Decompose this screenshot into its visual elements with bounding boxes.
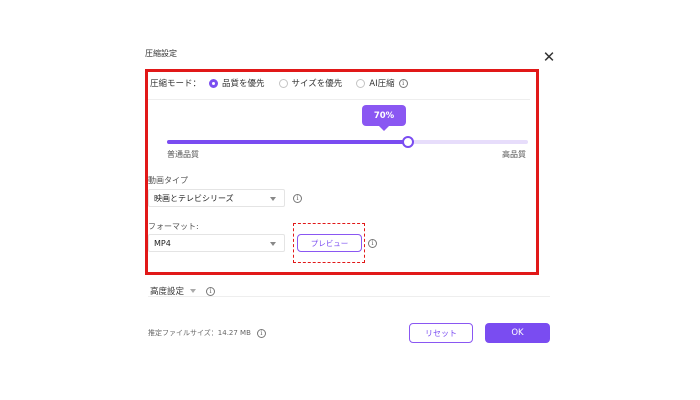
radio-icon[interactable] [278, 78, 288, 88]
compression-settings-dialog: 圧縮設定 ✕ 圧縮モード： 品質を優先 サイズを優先 AI圧縮 i 70% 普通… [0, 0, 700, 400]
info-icon[interactable]: i [398, 78, 408, 88]
info-icon[interactable]: i [293, 194, 302, 203]
slider-min-label: 普通品質 [167, 150, 199, 159]
close-icon[interactable]: ✕ [541, 48, 557, 66]
radio-icon[interactable] [356, 78, 366, 88]
radio-label: AI圧縮 [369, 79, 395, 89]
radio-label: 品質を優先 [222, 79, 265, 89]
tooltip-arrow [379, 126, 389, 131]
divider [148, 296, 550, 297]
format-label: フォーマット: [148, 222, 199, 231]
ok-button[interactable]: OK [485, 323, 550, 343]
compression-mode-row: 圧縮モード： 品質を優先 サイズを優先 AI圧縮 i [150, 76, 408, 90]
format-select[interactable]: MP4 [148, 234, 285, 252]
preview-button[interactable]: プレビュー [297, 234, 362, 252]
info-icon[interactable]: i [368, 239, 377, 248]
estimated-size: 推定ファイルサイズ：14.27 MB i [148, 328, 266, 338]
slider-value-tooltip: 70% [362, 105, 406, 126]
video-type-label: 動画タイプ [148, 176, 188, 185]
radio-ai-compression[interactable]: AI圧縮 [356, 77, 395, 89]
info-icon[interactable]: i [256, 328, 266, 338]
radio-quality-priority[interactable]: 品質を優先 [209, 77, 265, 89]
quality-slider-fill [167, 140, 406, 144]
radio-label: サイズを優先 [291, 79, 343, 89]
radio-icon[interactable] [209, 78, 219, 88]
estimated-size-label: 推定ファイルサイズ：14.27 MB [148, 329, 251, 337]
quality-slider-thumb[interactable] [402, 136, 414, 148]
video-type-select[interactable]: 映画とテレビシリーズ [148, 189, 285, 207]
reset-button[interactable]: リセット [409, 323, 473, 343]
chevron-down-icon [270, 242, 276, 246]
chevron-down-icon [190, 289, 197, 293]
info-icon[interactable]: i [206, 286, 216, 296]
dialog-title: 圧縮設定 [145, 49, 177, 58]
radio-size-priority[interactable]: サイズを優先 [278, 77, 343, 89]
divider [148, 99, 530, 100]
video-type-value: 映画とテレビシリーズ [154, 193, 234, 203]
compression-mode-label: 圧縮モード： [150, 79, 202, 89]
slider-max-label: 高品質 [502, 150, 526, 159]
chevron-down-icon [270, 197, 276, 201]
format-value: MP4 [154, 238, 171, 248]
